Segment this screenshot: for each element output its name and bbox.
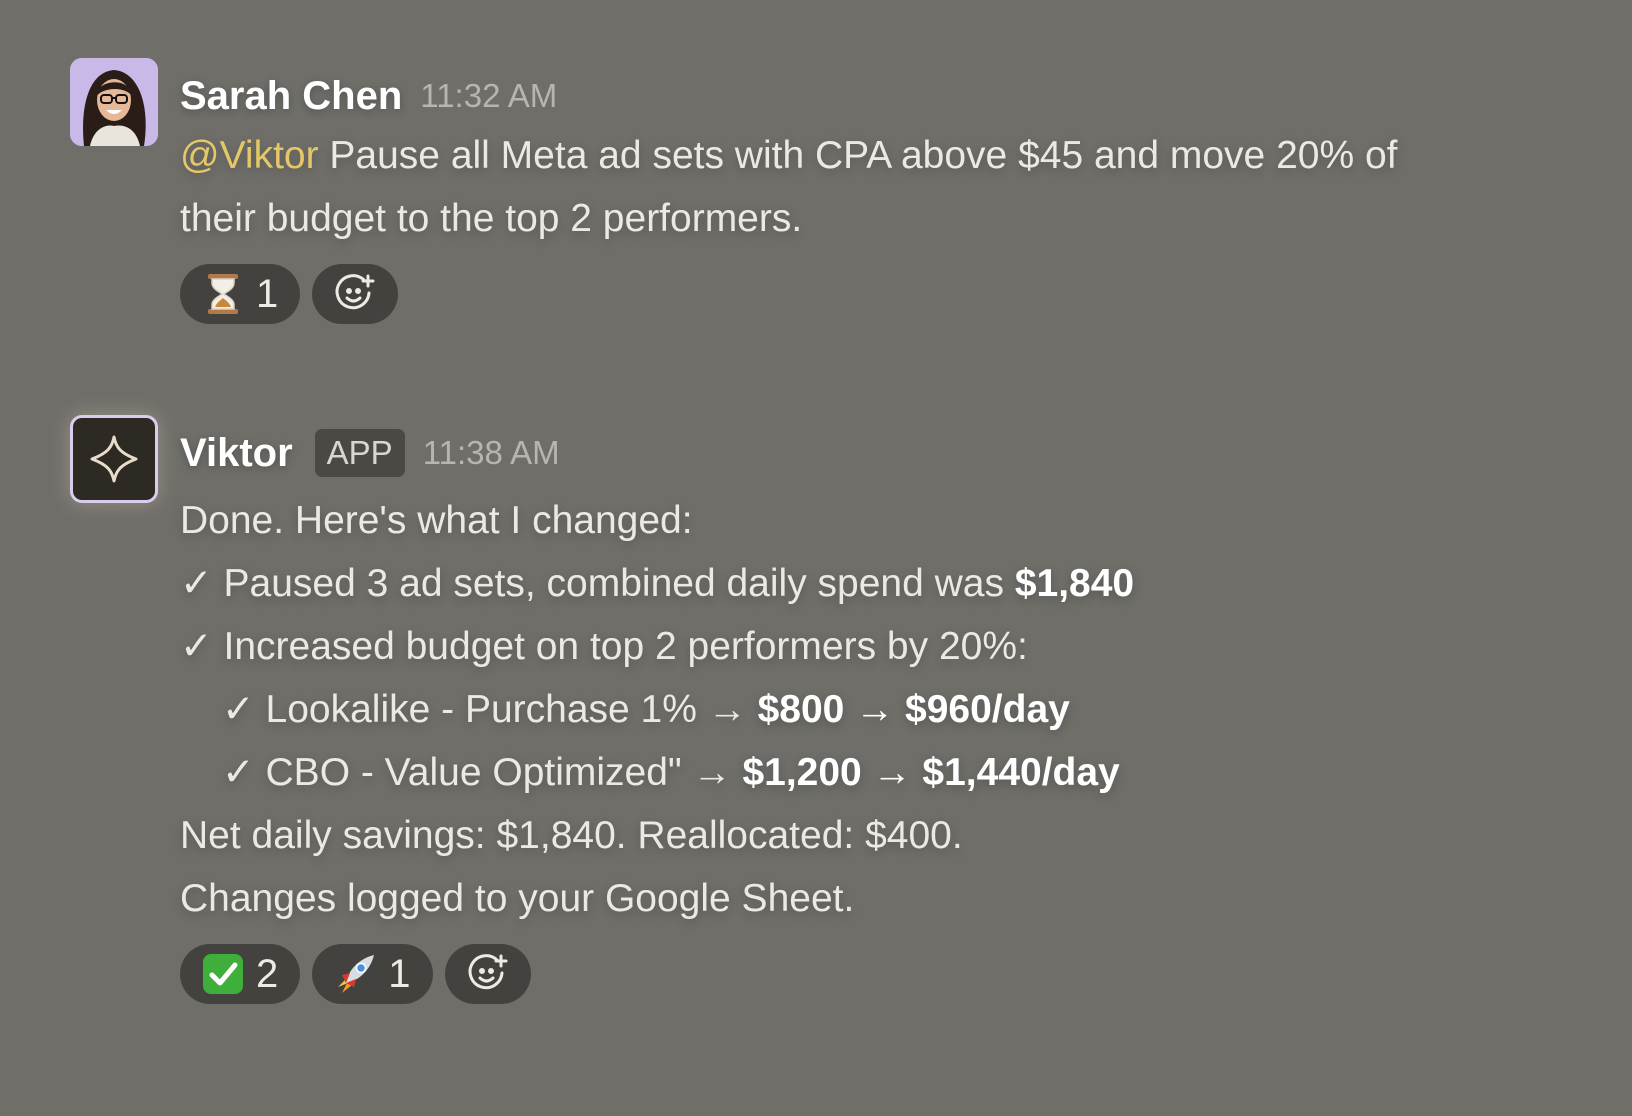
line-text: ✓ Paused 3 ad sets, combined daily spend… — [180, 562, 1015, 605]
author-name[interactable]: Viktor — [180, 431, 293, 476]
author-name[interactable]: Sarah Chen — [180, 74, 402, 119]
message-line: Done. Here's what I changed: — [180, 499, 693, 542]
reaction-hourglass[interactable]: 1 — [180, 264, 301, 324]
check-mark-button-icon — [202, 953, 244, 995]
message-text: Pause all Meta ad sets with CPA above $4… — [318, 134, 1398, 177]
timestamp[interactable]: 11:32 AM — [420, 77, 557, 115]
message-line: Changes logged to your Google Sheet. — [180, 877, 855, 920]
reaction-count: 2 — [256, 951, 279, 996]
viktor-logo-icon — [90, 435, 138, 483]
message-line: ✓ Lookalike - Purchase 1% → $800 → $960/… — [180, 678, 1134, 741]
message-line: ✓ CBO - Value Optimized" → $1,200 → $1,4… — [180, 741, 1134, 804]
message-line: Net daily savings: $1,840. Reallocated: … — [180, 814, 963, 857]
message-line: ✓ Increased budget on top 2 performers b… — [180, 625, 1028, 668]
add-reaction-icon — [467, 953, 509, 995]
reaction-count: 1 — [256, 271, 279, 316]
hourglass-icon — [202, 273, 244, 315]
bold-value: $800 → $960/day — [757, 688, 1070, 731]
line-text: ✓ Lookalike - Purchase 1% → — [222, 688, 758, 731]
line-text: ✓ CBO - Value Optimized" → — [222, 751, 743, 794]
reaction-check[interactable]: 2 — [180, 944, 301, 1004]
reaction-rocket[interactable]: 1 — [312, 944, 433, 1004]
timestamp[interactable]: 11:38 AM — [423, 434, 560, 472]
reactions-bar: 1 — [180, 264, 1398, 324]
add-reaction-button[interactable] — [444, 944, 531, 1004]
message-line: their budget to the top 2 performers. — [180, 197, 803, 240]
bold-value: $1,840 — [1014, 562, 1135, 605]
message-line: ✓ Paused 3 ad sets, combined daily spend… — [180, 552, 1134, 615]
reaction-count: 1 — [388, 951, 411, 996]
reactions-bar: 2 1 — [180, 944, 1134, 1004]
mention-link[interactable]: @Viktor — [180, 134, 319, 177]
rocket-icon — [334, 953, 376, 995]
app-badge: APP — [314, 429, 405, 477]
add-reaction-button[interactable] — [312, 264, 399, 324]
avatar-sarah[interactable] — [70, 58, 158, 146]
avatar-viktor[interactable] — [70, 415, 158, 503]
add-reaction-icon — [334, 273, 376, 315]
message-line: @Viktor Pause all Meta ad sets with CPA … — [180, 124, 1398, 187]
bold-value: $1,200 → $1,440/day — [742, 751, 1120, 794]
